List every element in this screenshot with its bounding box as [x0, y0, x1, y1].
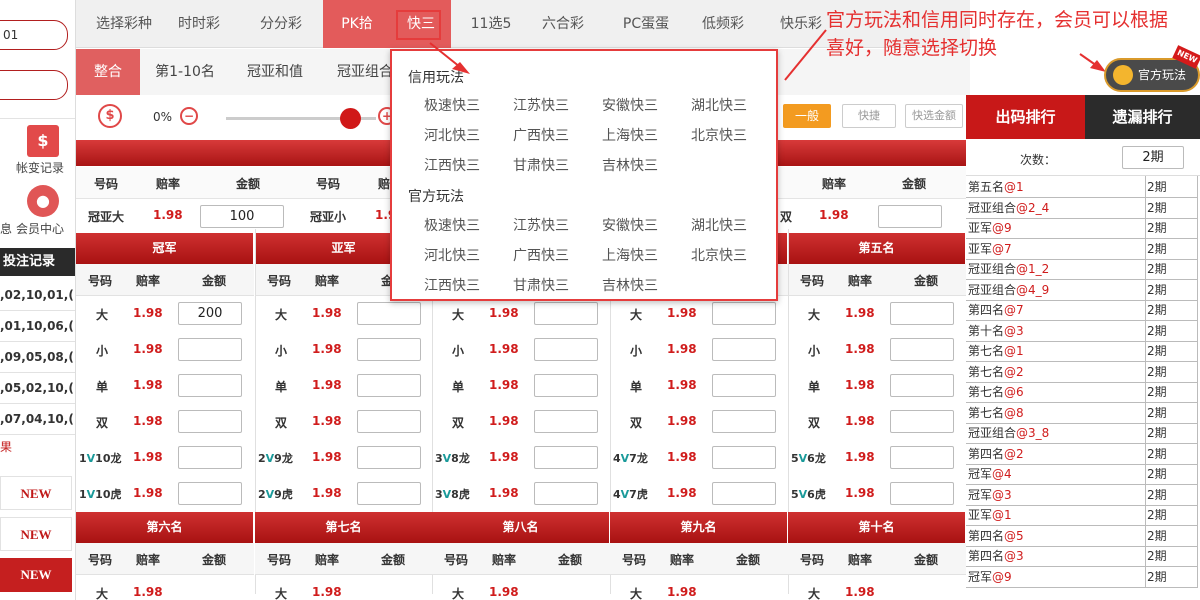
annotation-arrows — [429, 29, 1106, 81]
official-play-button-label: 官方玩法 — [1138, 68, 1187, 82]
arrow-line-1 — [429, 42, 461, 68]
annotation-text: 官方玩法和信用同时存在，会员可以根据喜好，随意选择切换 — [826, 9, 1169, 59]
coin-icon — [1113, 65, 1133, 85]
arrow-line-2 — [784, 29, 827, 81]
